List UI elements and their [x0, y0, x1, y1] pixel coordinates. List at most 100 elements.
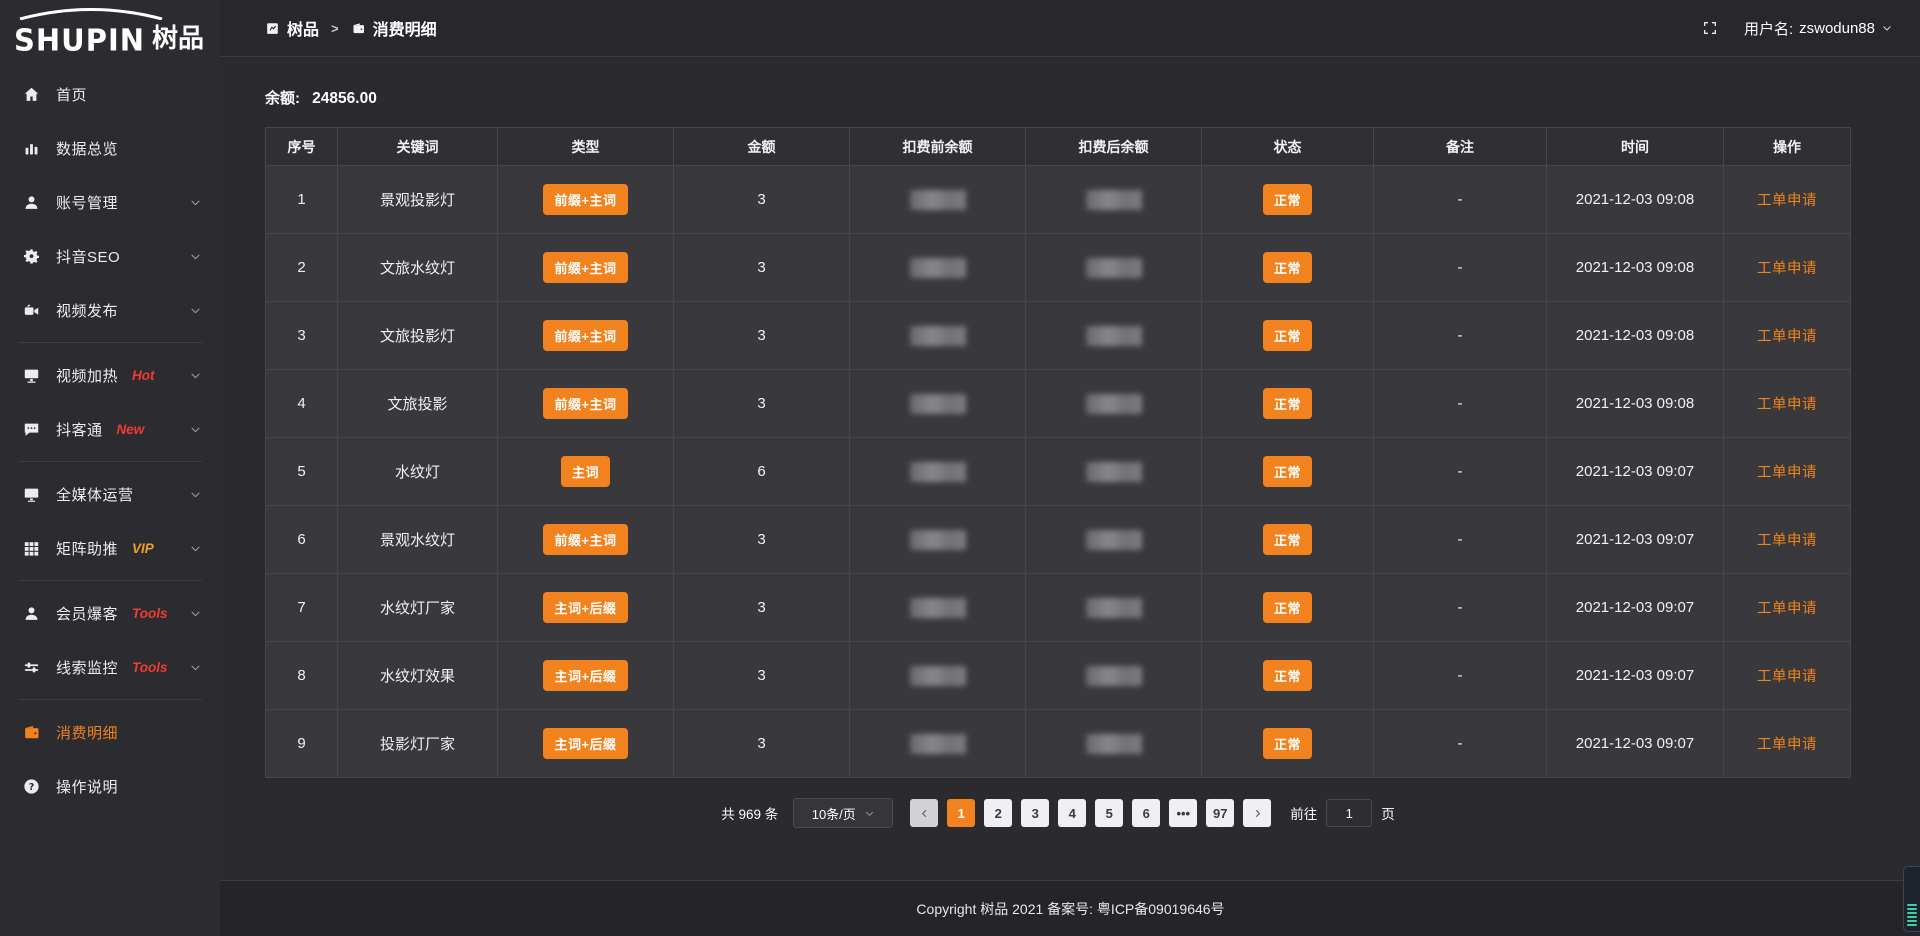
page-button-4[interactable]: 4 [1058, 799, 1086, 827]
page-button-6[interactable]: 6 [1132, 799, 1160, 827]
sidebar-item-video-heating[interactable]: 视频加热 Hot [0, 348, 220, 402]
home-icon [22, 85, 41, 104]
table-row: 9 投影灯厂家 主词+后缀 3 正常 - 2021-12-03 09:07 工单… [266, 710, 1851, 778]
masked-value [910, 598, 966, 618]
cell-time: 2021-12-03 09:08 [1547, 370, 1724, 438]
cell-balance-after [1026, 506, 1202, 574]
cell-action: 工单申请 [1724, 234, 1851, 302]
ticket-apply-link[interactable]: 工单申请 [1757, 737, 1817, 753]
table-row: 3 文旅投影灯 前缀+主词 3 正常 - 2021-12-03 09:08 工单… [266, 302, 1851, 370]
col-header-keyword: 关键词 [338, 128, 498, 166]
masked-value [910, 258, 966, 278]
page-button-97[interactable]: 97 [1206, 799, 1234, 827]
sidebar-item-all-media-operation[interactable]: 全媒体运营 [0, 467, 220, 521]
cell-amount: 3 [674, 234, 850, 302]
wallet-icon [351, 21, 366, 36]
sidebar-menu: 首页 数据总览 账号管理 抖音 [0, 59, 220, 936]
sidebar-item-douyin-seo[interactable]: 抖音SEO [0, 229, 220, 283]
chevron-right-icon [1252, 808, 1263, 819]
status-badge: 正常 [1263, 184, 1312, 215]
cell-no: 1 [266, 166, 338, 234]
chevron-down-icon [189, 304, 202, 317]
sidebar-item-home[interactable]: 首页 [0, 67, 220, 121]
page-button-3[interactable]: 3 [1021, 799, 1049, 827]
table-row: 4 文旅投影 前缀+主词 3 正常 - 2021-12-03 09:08 工单申… [266, 370, 1851, 438]
floating-widget[interactable] [1903, 866, 1920, 932]
cell-status: 正常 [1202, 710, 1374, 778]
cell-no: 4 [266, 370, 338, 438]
goto-suffix: 页 [1381, 803, 1395, 823]
page-button-2[interactable]: 2 [984, 799, 1012, 827]
sidebar-item-data-overview[interactable]: 数据总览 [0, 121, 220, 175]
cell-no: 5 [266, 438, 338, 506]
sidebar-item-consumption-detail[interactable]: 消费明细 [0, 705, 220, 759]
cell-balance-after [1026, 438, 1202, 506]
goto-page-input[interactable] [1326, 799, 1372, 827]
cell-type: 前缀+主词 [498, 506, 674, 574]
page-size-select[interactable]: 10条/页 [793, 798, 893, 828]
sidebar-item-label: 账号管理 [56, 192, 118, 213]
fullscreen-icon[interactable] [1702, 20, 1718, 36]
ticket-apply-link[interactable]: 工单申请 [1757, 669, 1817, 685]
ticket-apply-link[interactable]: 工单申请 [1757, 329, 1817, 345]
next-page-button[interactable] [1243, 799, 1271, 827]
table-row: 1 景观投影灯 前缀+主词 3 正常 - 2021-12-03 09:08 工单… [266, 166, 1851, 234]
status-badge: 正常 [1263, 592, 1312, 623]
sidebar-item-account-management[interactable]: 账号管理 [0, 175, 220, 229]
cell-balance-before [850, 166, 1026, 234]
chevron-down-icon [189, 488, 202, 501]
masked-value [1086, 394, 1142, 414]
cell-action: 工单申请 [1724, 166, 1851, 234]
status-badge: 正常 [1263, 252, 1312, 283]
sidebar-item-clue-monitoring[interactable]: 线索监控 Tools [0, 640, 220, 694]
cell-action: 工单申请 [1724, 370, 1851, 438]
masked-value [1086, 666, 1142, 686]
ticket-apply-link[interactable]: 工单申请 [1757, 261, 1817, 277]
breadcrumb-current[interactable]: 消费明细 [351, 16, 437, 40]
cell-action: 工单申请 [1724, 642, 1851, 710]
cell-amount: 3 [674, 710, 850, 778]
chat-bubble-icon [22, 420, 41, 439]
tools-badge: Tools [132, 606, 168, 621]
ticket-apply-link[interactable]: 工单申请 [1757, 533, 1817, 549]
more-pages-button[interactable]: ••• [1169, 799, 1197, 827]
page-button-5[interactable]: 5 [1095, 799, 1123, 827]
cell-status: 正常 [1202, 506, 1374, 574]
user-icon [22, 193, 41, 212]
ticket-apply-link[interactable]: 工单申请 [1757, 397, 1817, 413]
page-button-1[interactable]: 1 [947, 799, 975, 827]
type-badge: 前缀+主词 [543, 320, 627, 351]
prev-page-button[interactable] [910, 799, 938, 827]
sidebar-item-member-baoke[interactable]: 会员爆客 Tools [0, 586, 220, 640]
chevron-down-icon [189, 542, 202, 555]
cell-keyword: 文旅投影灯 [338, 302, 498, 370]
chevron-left-icon [919, 808, 930, 819]
menu-divider [18, 342, 202, 343]
cell-no: 3 [266, 302, 338, 370]
sidebar-item-doketong[interactable]: 抖客通 New [0, 402, 220, 456]
cell-action: 工单申请 [1724, 438, 1851, 506]
cell-balance-after [1026, 370, 1202, 438]
user-dropdown[interactable]: 用户名: zswodun88 [1744, 18, 1893, 39]
bar-chart-icon [22, 139, 41, 158]
sidebar-item-video-publish[interactable]: 视频发布 [0, 283, 220, 337]
username-value: zswodun88 [1799, 20, 1875, 37]
ticket-apply-link[interactable]: 工单申请 [1757, 465, 1817, 481]
breadcrumb-root[interactable]: 树品 [265, 16, 319, 40]
cell-no: 6 [266, 506, 338, 574]
ticket-apply-link[interactable]: 工单申请 [1757, 601, 1817, 617]
cell-keyword: 文旅投影 [338, 370, 498, 438]
col-header-balance-after: 扣费后余额 [1026, 128, 1202, 166]
col-header-action: 操作 [1724, 128, 1851, 166]
sidebar-item-operation-guide[interactable]: ? 操作说明 [0, 759, 220, 813]
cell-keyword: 水纹灯 [338, 438, 498, 506]
ticket-apply-link[interactable]: 工单申请 [1757, 193, 1817, 209]
masked-value [910, 190, 966, 210]
cell-note: - [1374, 302, 1547, 370]
cell-balance-after [1026, 234, 1202, 302]
sidebar-item-matrix-boost[interactable]: 矩阵助推 VIP [0, 521, 220, 575]
chevron-down-icon [189, 661, 202, 674]
cell-balance-before [850, 302, 1026, 370]
cell-amount: 3 [674, 574, 850, 642]
cell-time: 2021-12-03 09:07 [1547, 574, 1724, 642]
